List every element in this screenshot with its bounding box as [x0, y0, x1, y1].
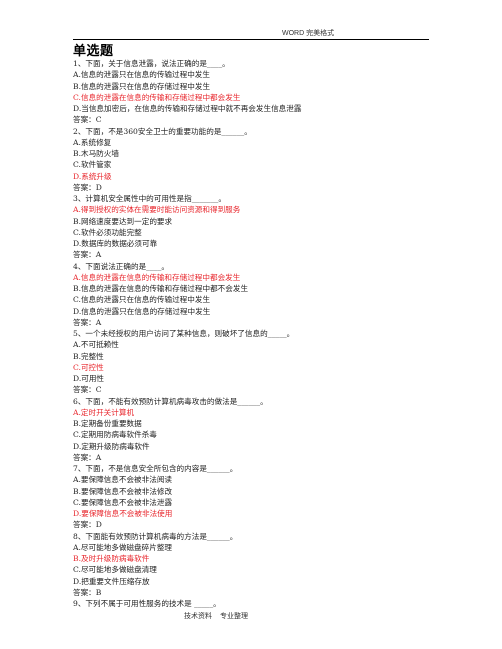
question-stem: 3、计算机安全属性中的可用性是指_______。: [73, 194, 226, 203]
question-item: 2、下面，不是360安全卫士的重要功能的是______。 A.系统修复 B.木马防火…: [73, 126, 433, 194]
option: B.要保障信息不会被非法修改: [73, 486, 173, 496]
question-stem: 7、下面，不是信息安全所包含的内容是______。: [73, 464, 238, 473]
answer-line: 答案：A: [73, 452, 102, 462]
option-correct: D.系统升级: [73, 171, 112, 181]
option: C.定期用防病毒软件杀毒: [73, 430, 157, 440]
option: D.定期升级防病毒软件: [73, 441, 150, 451]
option: C.尽可能地多做磁盘清理: [73, 565, 157, 575]
question-item: 1、下面，关于信息泄露，说法正确的是____。 A.信息的泄露只在信息的传输过程中…: [73, 58, 433, 126]
question-item: 6、下面，不能有效预防计算机病毒攻击的做法是______。 A.定时开关计算机 B.…: [73, 396, 433, 464]
answer-line: 答案：B: [73, 587, 102, 597]
option: C.要保障信息不会被非法泄露: [73, 497, 173, 507]
option-correct: B.及时升级防病毒软件: [73, 554, 150, 563]
option: B.木马防火墙: [73, 149, 119, 158]
option-correct: A.得到授权的实体在需要时能访问资源和得到服务: [73, 205, 241, 215]
answer-line: 答案：A: [73, 317, 102, 327]
option: B.网络速度要达到一定的要求: [73, 216, 173, 226]
answer-line: 答案：C: [73, 115, 102, 125]
question-stem: 2、下面，不是360安全卫士的重要功能的是______。: [73, 126, 252, 136]
option: D.当信息加密后，在信息的传输和存储过程中就不再会发生信息泄露: [73, 104, 302, 113]
question-item: 7、下面，不是信息安全所包含的内容是______。 A.要保障信息不会被非法阅读 B…: [73, 463, 433, 531]
question-item: 9、下列不属于可用性服务的技术是 _____。: [73, 598, 433, 609]
option: C.软件必须功能完整: [73, 227, 142, 237]
question-stem: 9、下列不属于可用性服务的技术是 _____。: [73, 599, 221, 608]
question-item: 8、下面能有效预防计算机病毒的方法是______。 A.尽可能地多做磁盘碎片整理 B…: [73, 531, 433, 599]
option: B.信息的泄露只在信息的存储过程中发生: [73, 81, 211, 91]
option: C.信息的泄露只在信息的传输过程中发生: [73, 295, 211, 305]
option: D.信息的泄露只在信息的存储过程中发生: [73, 306, 211, 316]
option: D.数据库的数据必须可靠: [73, 239, 158, 248]
page-footer: 技术资料 专业整理: [184, 613, 248, 620]
option-correct: A.信息的泄露在信息的传输和存储过程中都会发生: [73, 272, 241, 282]
option: A.信息的泄露只在信息的传输过程中发生: [73, 70, 210, 80]
section-title: 单选题: [73, 44, 114, 59]
answer-line: 答案：C: [73, 385, 102, 395]
option: B.完整性: [73, 351, 104, 361]
question-list: 1、下面，关于信息泄露，说法正确的是____。 A.信息的泄露只在信息的传输过程中…: [73, 58, 433, 609]
answer-line: 答案：D: [73, 182, 102, 192]
question-stem: 4、下面说法正确的是____。: [73, 261, 169, 271]
option: A.不可抵赖性: [73, 340, 119, 350]
question-stem: 5、一个未经授权的用户访问了某种信息，则破坏了信息的_____。: [73, 329, 295, 338]
option: A.要保障信息不会被非法阅读: [73, 475, 173, 485]
option: D.可用性: [73, 374, 105, 383]
question-stem: 8、下面能有效预防计算机病毒的方法是______。: [73, 531, 238, 541]
option: D.把重要文件压缩存放: [73, 576, 150, 586]
question-item: 4、下面说法正确的是____。 A.信息的泄露在信息的传输和存储过程中都会发生 B.…: [73, 261, 433, 329]
option: A.系统修复: [73, 137, 112, 147]
answer-line: 答案：D: [73, 520, 102, 530]
option: A.尽可能地多做磁盘碎片整理: [73, 542, 173, 552]
option-correct: C.信息的泄露在信息的传输和存储过程中都会发生: [73, 92, 241, 102]
option: B.定期备份重要数据: [73, 419, 142, 428]
option-correct: D.要保障信息不会被非法使用: [73, 509, 173, 518]
question-stem: 6、下面，不能有效预防计算机病毒攻击的做法是______。: [73, 396, 268, 406]
question-item: 3、计算机安全属性中的可用性是指_______。 A.得到授权的实体在需要时能访问…: [73, 193, 433, 261]
page-header: WORD 完美格式: [282, 30, 335, 37]
option: B.信息的泄露在信息的传输和存储过程中都不会发生: [73, 284, 249, 293]
option-correct: C.可控性: [73, 362, 104, 372]
answer-line: 答案：A: [73, 250, 102, 260]
option: C.软件管家: [73, 160, 112, 170]
header-rule: [73, 39, 429, 40]
option-correct: A.定时开关计算机: [73, 407, 135, 417]
question-stem: 1、下面，关于信息泄露，说法正确的是____。: [73, 59, 230, 68]
question-item: 5、一个未经授权的用户访问了某种信息，则破坏了信息的_____。 A.不可抵赖性 B…: [73, 328, 433, 396]
